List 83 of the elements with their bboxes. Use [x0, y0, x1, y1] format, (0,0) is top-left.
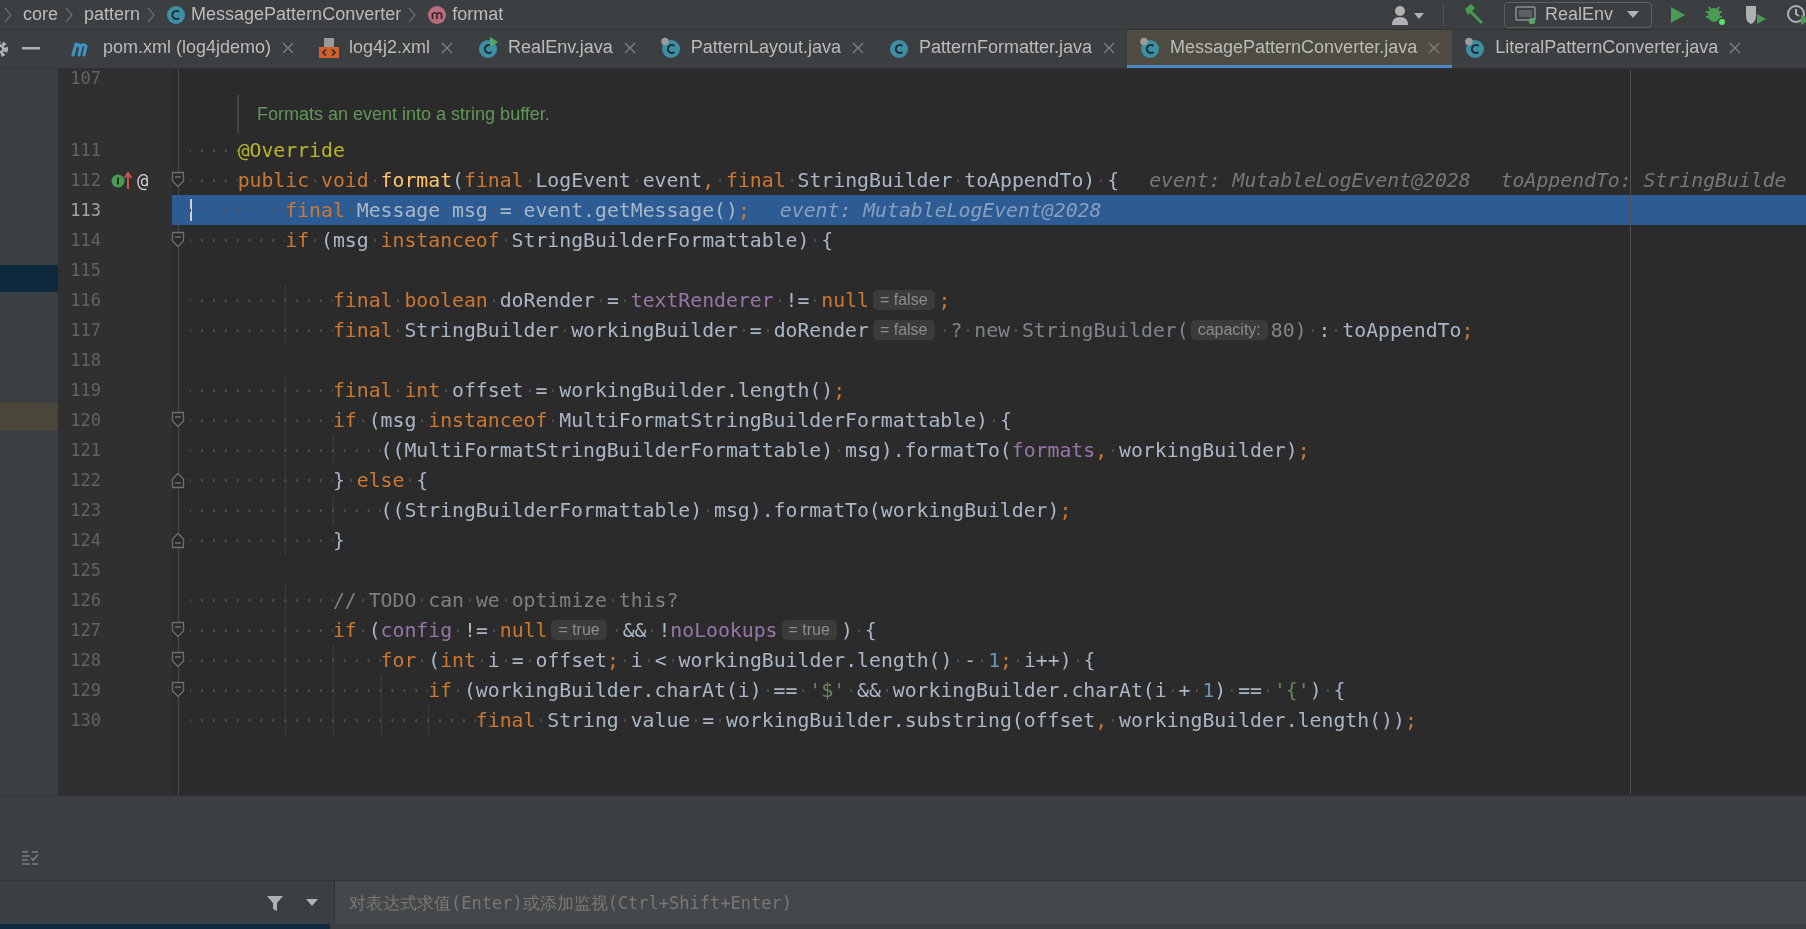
parameter-hint: capacity:: [1190, 320, 1268, 340]
clock-run-icon[interactable]: [1786, 3, 1806, 26]
inlay-hint: = false: [872, 290, 935, 310]
xml-file-icon: [318, 36, 341, 59]
editor-tab[interactable]: RealEnv.java: [465, 30, 648, 68]
inlay-hint: = true: [781, 620, 837, 640]
breadcrumb-item[interactable]: format: [452, 4, 504, 25]
run-icon[interactable]: [1670, 5, 1686, 24]
breadcrumb-item[interactable]: MessagePatternConverter: [191, 4, 402, 25]
inlay-hint: = true: [551, 620, 607, 640]
chevron-icon: [4, 6, 12, 23]
code-text: final StringBuilder workingBuilder = doRender: [190, 318, 869, 342]
class-icon: [1464, 36, 1487, 59]
breadcrumb-item[interactable]: core: [23, 4, 58, 25]
code-text: ((MultiFormatStringBuilderFormattable) msg).formatTo(formats, workingBuilder);: [190, 438, 1310, 462]
close-icon[interactable]: [1729, 41, 1742, 54]
debug-value-hint: event: MutableLogEvent@2028: [779, 198, 1102, 222]
editor-tab[interactable]: pom.xml (log4jdemo): [58, 30, 307, 68]
row-highlight: [0, 403, 58, 430]
code-text: ? new StringBuilder(: [938, 318, 1189, 342]
chevron-icon: [408, 6, 417, 23]
editor-tab[interactable]: MessagePatternConverter.java: [1127, 30, 1453, 68]
code-text: ((StringBuilderFormattable) msg).formatTo(workingBuilder);: [190, 498, 1072, 522]
close-icon[interactable]: [851, 41, 864, 54]
user-icon[interactable]: [1391, 3, 1425, 26]
editor-tab[interactable]: LiteralPatternConverter.java: [1452, 30, 1754, 68]
class-icon: [659, 36, 682, 59]
shield-run-icon[interactable]: [1744, 3, 1768, 26]
code-text: if (msg instanceof MultiFormatStringBuilderFormattable) {: [190, 408, 1012, 432]
row-highlight: [0, 265, 58, 292]
code-text: if (config != null: [190, 618, 548, 642]
method-icon: [427, 4, 448, 25]
caret-icon: [1627, 10, 1639, 19]
code-text: for (int i = offset; i < workingBuilder.length() - 1; i++) {: [190, 648, 1096, 672]
line-number: 113: [69, 200, 101, 220]
editor-tab[interactable]: PatternLayout.java: [647, 30, 876, 68]
fold-marker-icon[interactable]: [171, 681, 185, 699]
code-text: @Override: [190, 138, 345, 162]
fold-marker-icon[interactable]: [171, 231, 185, 249]
code-text: public void format(final LogEvent event, final StringBuilder toAppendTo) {: [190, 168, 1120, 192]
fold-marker-icon[interactable]: [171, 531, 185, 549]
debug-value-hint: event: MutableLogEvent@2028: [1149, 168, 1471, 192]
hammer-icon[interactable]: [1462, 2, 1486, 27]
chevron-icon: [65, 6, 73, 23]
code-text: // TODO can we optimize this?: [190, 588, 679, 612]
code-text: if (workingBuilder.charAt(i) == '$' && workingBuilder.charAt(i + 1) == '{') {: [190, 678, 1346, 702]
monitor-icon: [1515, 4, 1537, 25]
code-text: final String value = workingBuilder.substring(offset, workingBuilder.length());: [190, 708, 1417, 732]
fold-marker-icon[interactable]: [171, 411, 185, 429]
close-icon[interactable]: [1103, 41, 1116, 54]
code-text: ;: [938, 288, 951, 312]
code-text: 80) : toAppendTo;: [1270, 318, 1474, 342]
fold-marker-icon[interactable]: [171, 171, 185, 189]
close-icon[interactable]: [623, 41, 636, 54]
close-icon[interactable]: [282, 41, 295, 54]
debug-value-hint: toAppendTo: StringBuilde: [1500, 168, 1787, 192]
breadcrumb-item[interactable]: pattern: [84, 4, 141, 25]
filter-icon[interactable]: [266, 893, 284, 912]
caret-icon[interactable]: [306, 898, 318, 907]
class-icon: [1139, 36, 1162, 59]
doc-comment: Formats an event into a string buffer.: [237, 95, 550, 133]
editor-tab[interactable]: log4j2.xml: [306, 30, 466, 68]
close-icon[interactable]: [1428, 41, 1441, 54]
code-text: ) {: [840, 618, 877, 642]
close-icon[interactable]: [441, 41, 454, 54]
chevron-icon: [147, 6, 156, 23]
code-text: final Message msg = event.getMessage();: [190, 198, 750, 222]
code-text: final boolean doRender = textRenderer != null: [190, 288, 869, 312]
class-icon: [166, 4, 187, 25]
list-settings-icon[interactable]: [21, 850, 39, 866]
code-text: final int offset = workingBuilder.length();: [190, 378, 846, 402]
fold-marker-icon[interactable]: [171, 651, 185, 669]
run-config-dropdown[interactable]: RealEnv: [1504, 1, 1652, 28]
minimize-icon[interactable]: [22, 47, 40, 51]
code-text: && !noLookups: [610, 618, 778, 642]
class-icon: [477, 36, 500, 59]
annotation-mark[interactable]: @: [137, 169, 149, 191]
fold-marker-icon[interactable]: [171, 621, 185, 639]
editor-tab[interactable]: PatternFormatter.java: [875, 30, 1128, 68]
fold-marker-icon[interactable]: [171, 471, 185, 489]
implements-arrow-icon[interactable]: [111, 170, 133, 190]
inlay-hint: = false: [872, 320, 935, 340]
code-text: if (msg instanceof StringBuilderFormattable) {: [190, 228, 834, 252]
